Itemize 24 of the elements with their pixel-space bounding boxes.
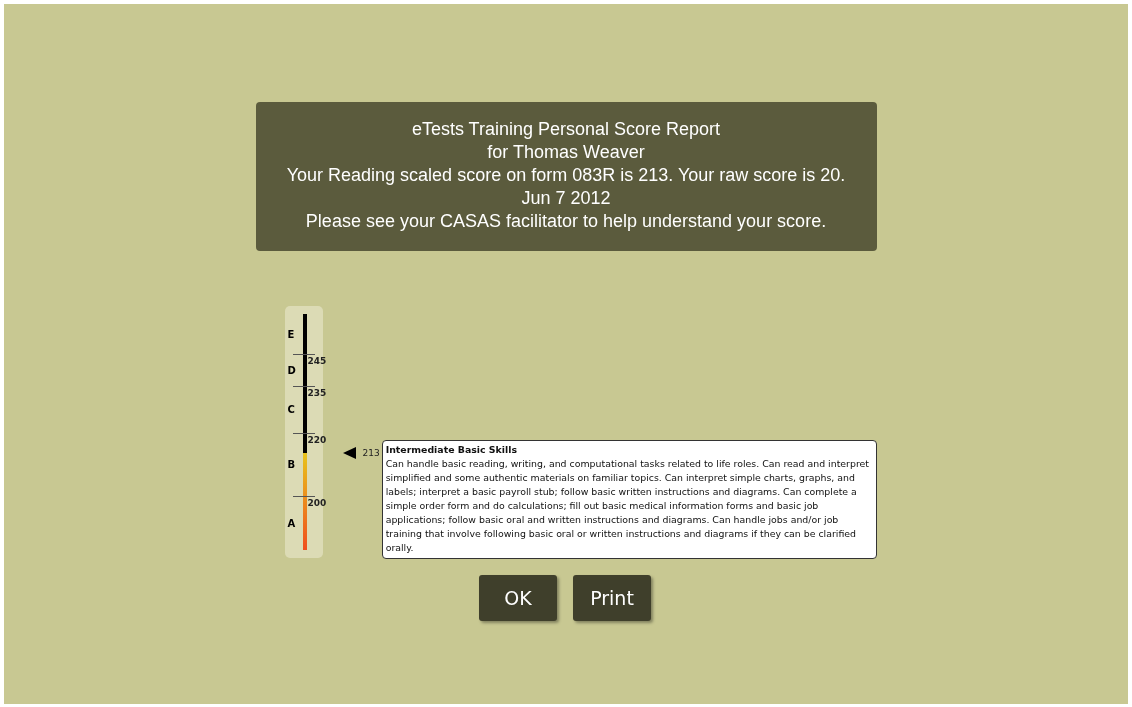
- report-line: Your Reading scaled score on form 083R is 213. Your raw score is 20.: [286, 164, 846, 187]
- level-letter: E: [287, 328, 295, 340]
- score-marker: 213: [362, 448, 380, 459]
- tick-label: 220: [307, 435, 327, 445]
- tick-label: 200: [307, 498, 327, 508]
- level-letter: B: [287, 459, 296, 470]
- tick-mark: [292, 496, 315, 497]
- level-letter: A: [287, 517, 296, 529]
- level-letter: D: [287, 364, 296, 376]
- tick-label: 235: [307, 388, 327, 398]
- action-button[interactable]: OK: [479, 575, 557, 622]
- action-button[interactable]: Print: [573, 575, 651, 622]
- tick-mark: [292, 386, 315, 387]
- tick-label: 245: [307, 356, 327, 366]
- description-text: Can handle basic reading, writing, and computational tasks related to life roles. Can read and interpret simplified and some authentic materials on familiar topics. Can interpret simple charts, graphs, and labels; interpret a basic payroll stub; follow basic written instructions and diagrams. Can complete a simple order form and do calculations; fill out basic medical information forms and basic job applications; follow basic oral and written instructions and diagrams. Can handle jobs and/or job training that involve following basic oral or written instructions and diagrams if they can be clarified orally.: [385, 458, 869, 554]
- level-letter: C: [287, 404, 295, 415]
- report-line: eTests Training Personal Score Report: [411, 118, 721, 141]
- report-line: Jun 7 2012: [521, 187, 611, 210]
- report-line: Please see your CASAS facilitator to help understand your score.: [305, 210, 827, 233]
- pointer-icon: [343, 447, 357, 460]
- tick-mark: [292, 354, 315, 355]
- description-title: Intermediate Basic Skills: [385, 443, 519, 458]
- tick-mark: [292, 433, 315, 434]
- report-line: for Thomas Weaver: [487, 141, 645, 164]
